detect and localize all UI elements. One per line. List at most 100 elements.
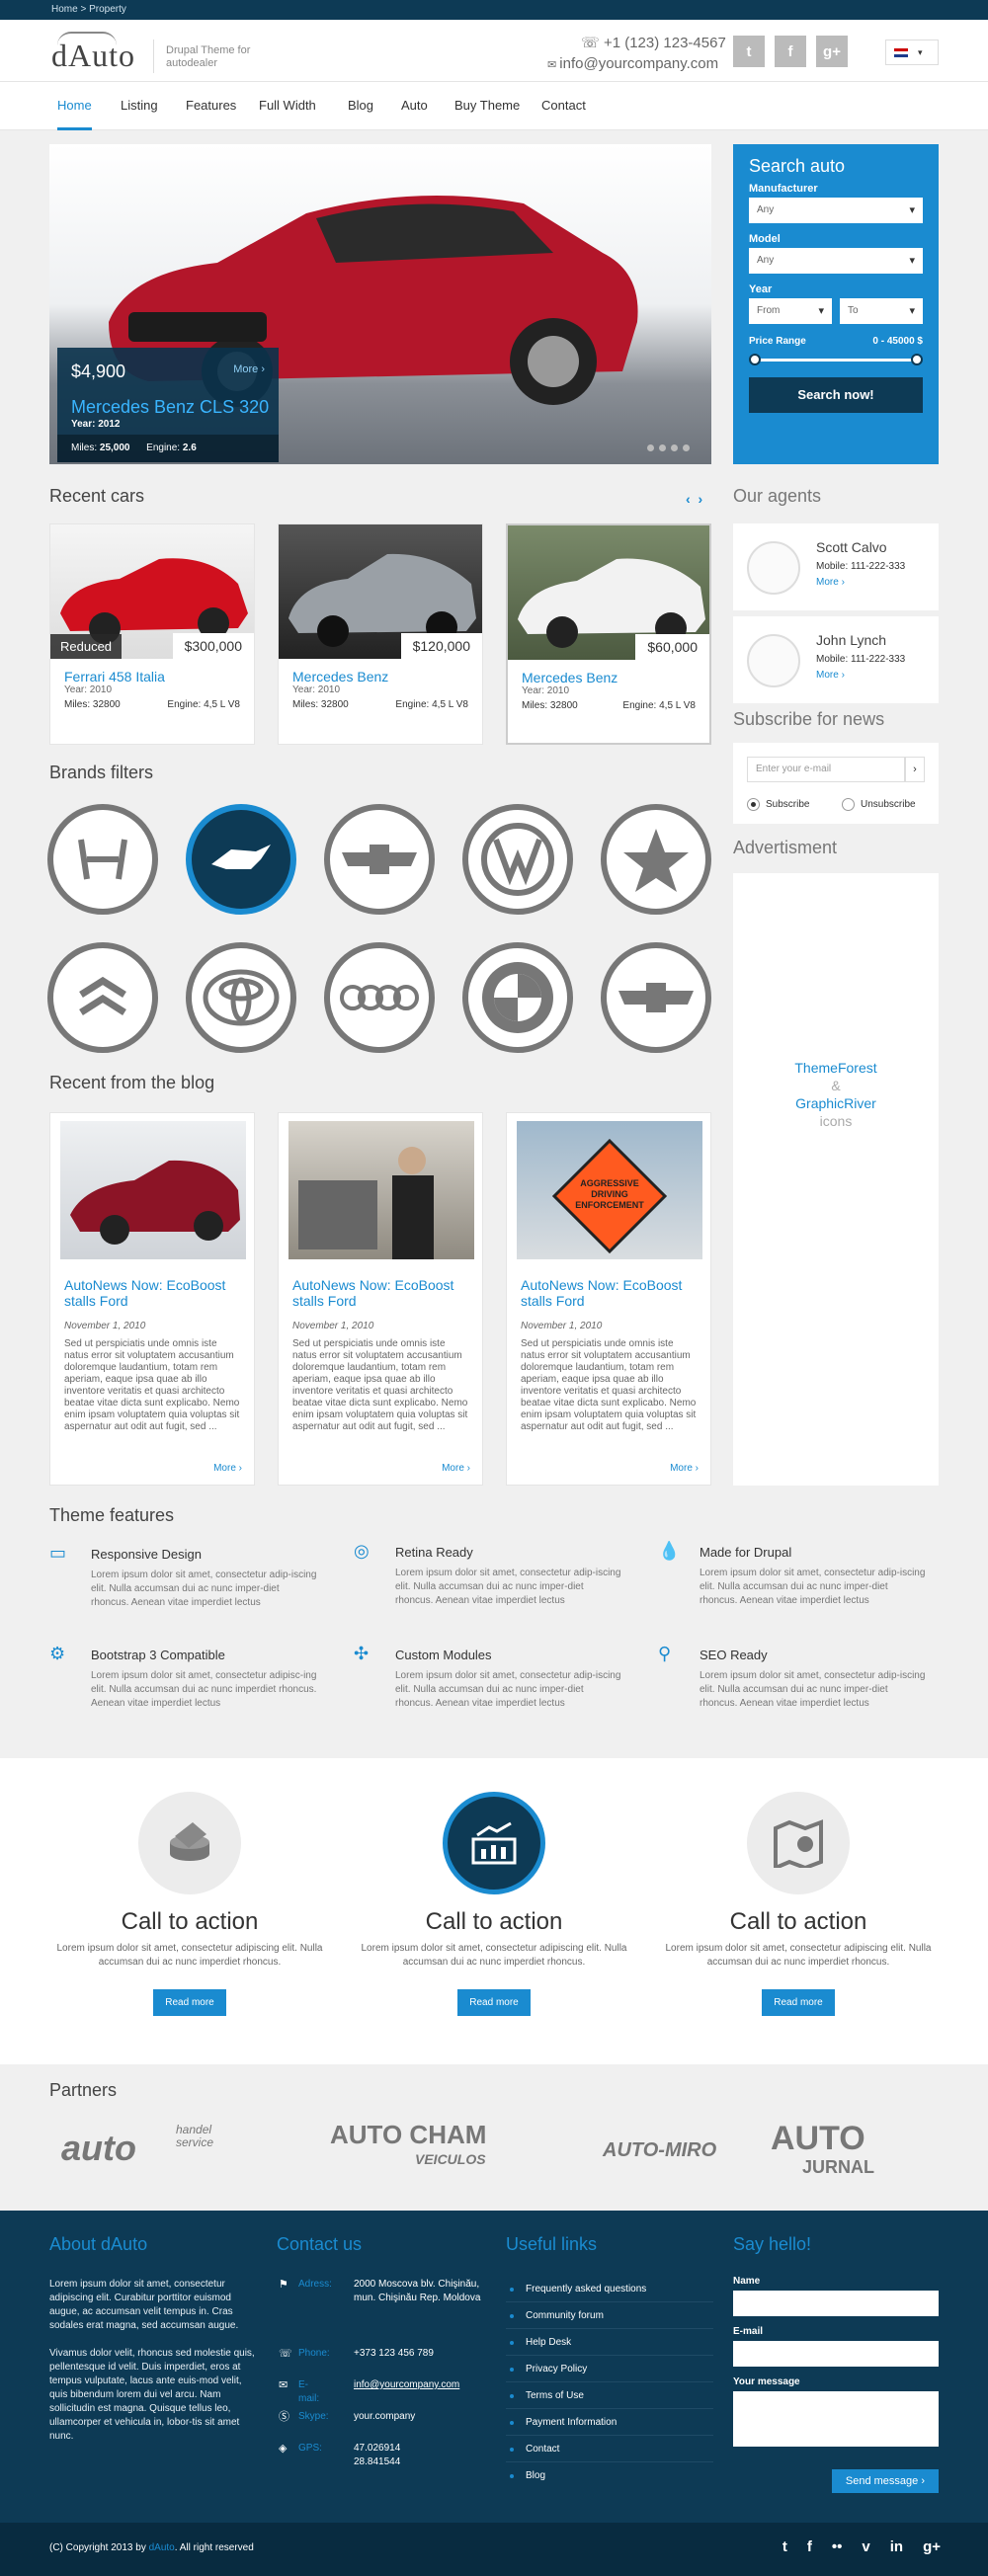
email-input[interactable]	[733, 2341, 939, 2367]
google-plus-icon[interactable]: g+	[816, 36, 848, 67]
email-link[interactable]: info@yourcompany.com	[354, 2378, 482, 2392]
footer-link[interactable]: Frequently asked questions	[506, 2276, 713, 2302]
blog-image[interactable]	[288, 1121, 474, 1259]
feature-title: Bootstrap 3 Compatible	[91, 1648, 225, 1662]
model-select[interactable]: Any	[749, 248, 923, 274]
vimeo-icon[interactable]: v	[862, 2538, 869, 2555]
blog-post-date: November 1, 2010	[64, 1321, 146, 1331]
nav-auto[interactable]: Auto	[401, 82, 428, 130]
slider-handle-min[interactable]	[749, 354, 761, 365]
nav-blog[interactable]: Blog	[348, 82, 373, 130]
twitter-icon[interactable]: t	[733, 36, 765, 67]
footer-link[interactable]: Blog	[506, 2462, 713, 2489]
car-card[interactable]: $60,000 Mercedes Benz Year: 2010 Miles: …	[506, 523, 711, 745]
avatar-icon	[747, 541, 800, 595]
advert-line: &	[831, 1078, 841, 1093]
blog-image[interactable]: AGGRESSIVE DRIVING ENFORCEMENT	[517, 1121, 702, 1259]
price-slider[interactable]	[749, 354, 923, 365]
name-input[interactable]	[733, 2291, 939, 2316]
mustang-logo-icon[interactable]	[186, 804, 296, 915]
facebook-icon[interactable]: f	[775, 36, 806, 67]
read-more-button[interactable]: Read more	[762, 1989, 835, 2016]
nav-home[interactable]: Home	[57, 82, 92, 130]
nav-features[interactable]: Features	[186, 82, 236, 130]
citroen-logo-icon[interactable]	[47, 942, 158, 1053]
slider-handle-max[interactable]	[911, 354, 923, 365]
search-button[interactable]: Search now!	[749, 377, 923, 413]
agent-more-link[interactable]: More ›	[816, 577, 845, 588]
nav-contact[interactable]: Contact	[541, 82, 586, 130]
next-arrow-icon[interactable]: ›	[698, 491, 702, 507]
agent-more-link[interactable]: More ›	[816, 670, 845, 681]
prev-arrow-icon[interactable]: ‹	[686, 491, 691, 507]
twitter-icon[interactable]: t	[782, 2538, 787, 2555]
slider-dot[interactable]	[671, 444, 678, 451]
footer-link[interactable]: Help Desk	[506, 2329, 713, 2356]
agent-name: John Lynch	[816, 632, 887, 648]
chevrolet-logo-icon[interactable]	[324, 804, 435, 915]
blog-post-title[interactable]: AutoNews Now: EcoBoost stalls Ford	[64, 1277, 242, 1309]
slider-dot[interactable]	[647, 444, 654, 451]
toyota-logo-icon[interactable]	[186, 942, 296, 1053]
audi-logo-icon[interactable]	[324, 942, 435, 1053]
blog-post-title[interactable]: AutoNews Now: EcoBoost stalls Ford	[521, 1277, 699, 1309]
hero-specs: Miles: 25,000 Engine: 2.6	[57, 435, 279, 462]
send-message-button[interactable]: Send message ›	[831, 2469, 939, 2493]
bmw-logo-icon[interactable]	[462, 942, 573, 1053]
year-from-select[interactable]: From	[749, 298, 832, 324]
message-textarea[interactable]	[733, 2391, 939, 2447]
year-to-select[interactable]: To	[840, 298, 923, 324]
nav-buy-theme[interactable]: Buy Theme	[454, 82, 520, 130]
partner-logo-autojurnal[interactable]: AUTO	[771, 2120, 865, 2158]
read-more-button[interactable]: Read more	[153, 1989, 226, 2016]
footer-link[interactable]: Contact	[506, 2436, 713, 2462]
slider-dot[interactable]	[659, 444, 666, 451]
nav-listing[interactable]: Listing	[121, 82, 158, 130]
logo[interactable]: dAuto	[51, 38, 135, 74]
hero-year-value: 2012	[98, 419, 121, 430]
car-title[interactable]: Mercedes Benz	[522, 670, 696, 685]
flickr-icon[interactable]: ••	[832, 2538, 843, 2555]
blog-image[interactable]	[60, 1121, 246, 1259]
footer-link[interactable]: Payment Information	[506, 2409, 713, 2436]
hero-title[interactable]: Mercedes Benz CLS 320	[71, 397, 269, 418]
footer-link[interactable]: Terms of Use	[506, 2382, 713, 2409]
unsubscribe-radio[interactable]: Unsubscribe	[842, 798, 916, 811]
copyright-brand-link[interactable]: dAuto	[149, 2542, 175, 2553]
facebook-icon[interactable]: f	[807, 2538, 812, 2555]
hero-caption: $4,900 More › Mercedes Benz CLS 320 Year…	[57, 348, 279, 462]
subscribe-submit-icon[interactable]: ›	[905, 757, 925, 782]
nav-full-width[interactable]: Full Width	[259, 82, 316, 130]
hero-more-link[interactable]: More ›	[233, 363, 265, 375]
car-title[interactable]: Ferrari 458 Italia	[64, 669, 240, 684]
google-plus-icon[interactable]: g+	[923, 2538, 941, 2555]
partner-logo-auto[interactable]: auto	[61, 2128, 136, 2169]
car-card[interactable]: $120,000 Mercedes Benz Year: 2010 Miles:…	[278, 523, 483, 745]
volkswagen-logo-icon[interactable]	[462, 804, 573, 915]
footer-link[interactable]: Privacy Policy	[506, 2356, 713, 2382]
manufacturer-select[interactable]: Any	[749, 198, 923, 223]
subscribe-radio[interactable]: Subscribe	[747, 798, 809, 811]
chrysler-star-logo-icon[interactable]	[601, 804, 711, 915]
blog-post-title[interactable]: AutoNews Now: EcoBoost stalls Ford	[292, 1277, 470, 1309]
advert-box[interactable]: ThemeForest & GraphicRiver icons	[733, 873, 939, 1486]
linkedin-icon[interactable]: in	[890, 2538, 903, 2555]
partner-logo-automiro[interactable]: AUTO-MIRO	[603, 2139, 716, 2162]
read-more-button[interactable]: Read more	[457, 1989, 531, 2016]
useful-links: Frequently asked questions Community for…	[506, 2276, 713, 2489]
skype-label: Skype:	[298, 2411, 329, 2422]
slider-dot[interactable]	[683, 444, 690, 451]
header-email[interactable]: ✉ info@yourcompany.com	[547, 55, 718, 72]
blog-more-link[interactable]: More ›	[670, 1463, 699, 1474]
chevrolet-logo-icon[interactable]	[601, 942, 711, 1053]
car-title[interactable]: Mercedes Benz	[292, 669, 468, 684]
car-card[interactable]: Reduced $300,000 Ferrari 458 Italia Year…	[49, 523, 255, 745]
blog-more-link[interactable]: More ›	[442, 1463, 470, 1474]
subscribe-email-input[interactable]: Enter your e-mail	[747, 757, 905, 782]
footer-link[interactable]: Community forum	[506, 2302, 713, 2329]
language-select[interactable]: ▾	[885, 40, 939, 65]
partner-logo-autocham[interactable]: AUTO CHAM	[330, 2120, 486, 2150]
blog-more-link[interactable]: More ›	[213, 1463, 242, 1474]
honda-logo-icon[interactable]	[47, 804, 158, 915]
breadcrumb-text: Home > Property	[51, 4, 126, 15]
